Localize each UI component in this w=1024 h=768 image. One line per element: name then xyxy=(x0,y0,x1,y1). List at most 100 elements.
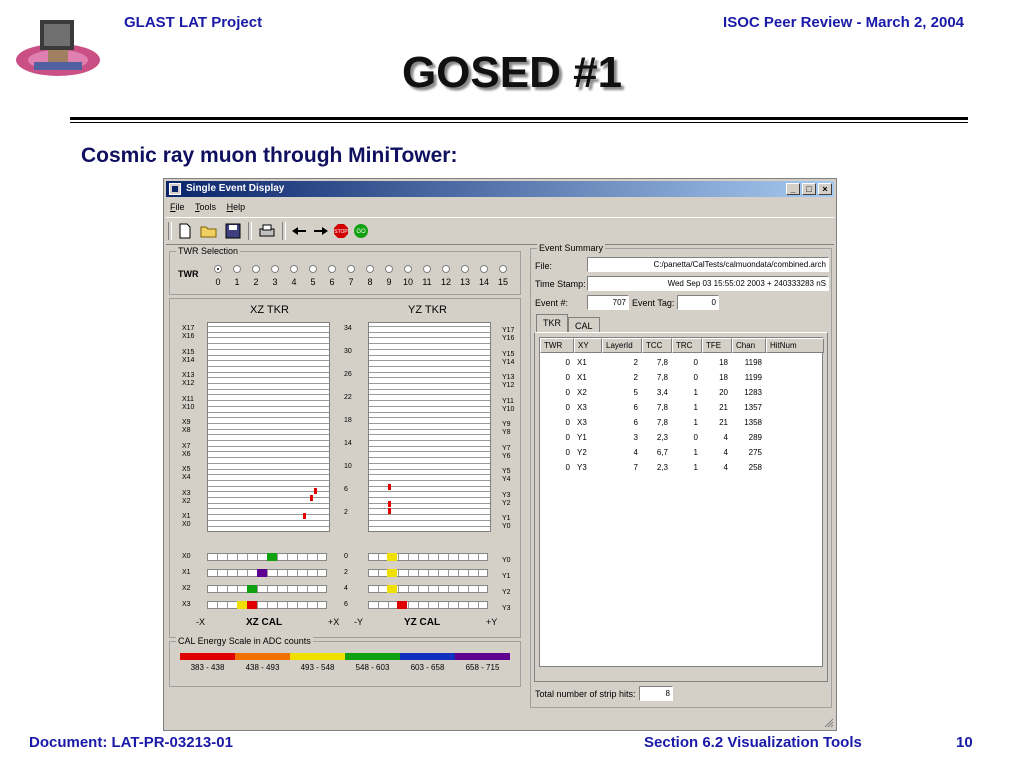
resize-grip-icon[interactable] xyxy=(824,718,834,728)
save-icon[interactable] xyxy=(224,222,242,240)
tracker-hit xyxy=(388,508,391,514)
event-summary-label: Event Summary xyxy=(537,243,606,253)
table-cell: 1358 xyxy=(744,418,762,427)
tracker-z-label: 34 xyxy=(344,325,352,332)
tracker-plane-line xyxy=(369,371,490,373)
twr-radio-1[interactable] xyxy=(233,265,241,273)
menu-file[interactable]: File xyxy=(170,199,185,215)
table-row[interactable]: 0 X2 5 3,4 1 20 1283 xyxy=(540,388,822,402)
event-tag-field[interactable]: 0 xyxy=(677,295,719,310)
file-field[interactable]: C:/panetta/CalTests/calmuondata/combined… xyxy=(587,257,829,272)
xz-cal-hit xyxy=(237,601,247,609)
table-cell: 7 xyxy=(633,463,638,472)
menu-help[interactable]: Help xyxy=(227,199,246,215)
menu-tools[interactable]: Tools xyxy=(195,199,216,215)
cal-scale-bin-label: 603 - 658 xyxy=(410,663,445,672)
maximize-button[interactable]: □ xyxy=(802,183,816,195)
cal-scale-color-bin xyxy=(235,653,290,660)
table-cell: 1 xyxy=(693,418,698,427)
twr-radio-11[interactable] xyxy=(423,265,431,273)
tracker-plane-line xyxy=(369,411,490,413)
table-cell: 7,8 xyxy=(656,358,668,367)
cal-scale-color-bin xyxy=(455,653,510,660)
table-row[interactable]: 0 X3 6 7,8 1 21 1357 xyxy=(540,403,822,417)
column-header-chan[interactable]: Chan xyxy=(732,338,766,353)
table-cell: 4 xyxy=(723,433,728,442)
time-stamp-field[interactable]: Wed Sep 03 15:55:02 2003 + 240333283 nS xyxy=(587,276,829,291)
yz-cal-label: Y3 xyxy=(502,605,511,612)
twr-radio-7[interactable] xyxy=(347,265,355,273)
cal-scale-bin-label: 658 - 715 xyxy=(465,663,500,672)
back-arrow-icon[interactable] xyxy=(290,222,308,240)
twr-radio-0[interactable] xyxy=(214,265,222,273)
tracker-plane-line xyxy=(208,451,329,453)
go-icon[interactable]: GO xyxy=(352,222,370,240)
forward-arrow-icon[interactable] xyxy=(312,222,330,240)
twr-radio-5[interactable] xyxy=(309,265,317,273)
print-icon[interactable] xyxy=(258,222,276,240)
table-row[interactable]: 0 X3 6 7,8 1 21 1358 xyxy=(540,418,822,432)
tracker-plane-line xyxy=(208,326,329,327)
twr-radio-14[interactable] xyxy=(480,265,488,273)
yz-layer-label: Y4 xyxy=(502,476,511,483)
tracker-plane-line xyxy=(208,417,329,419)
tab-cal[interactable]: CAL xyxy=(568,317,600,333)
close-button[interactable]: × xyxy=(818,183,832,195)
twr-radio-4[interactable] xyxy=(290,265,298,273)
slide-title: GOSED #1 xyxy=(401,48,623,97)
table-row[interactable]: 0 Y2 4 6,7 1 4 275 xyxy=(540,448,822,462)
twr-radio-2[interactable] xyxy=(252,265,260,273)
footer-section: Section 6.2 Visualization Tools xyxy=(644,734,862,751)
table-row[interactable]: 0 Y1 3 2,3 0 4 289 xyxy=(540,433,822,447)
event-number-field[interactable]: 707 xyxy=(587,295,629,310)
column-header-hitnum[interactable]: HitNum xyxy=(766,338,824,353)
table-row[interactable]: 0 Y3 7 2,3 1 4 258 xyxy=(540,463,822,477)
tracker-plane-line xyxy=(208,440,329,441)
tracker-plane-line xyxy=(369,400,490,402)
column-header-twr[interactable]: TWR xyxy=(540,338,574,353)
cal-z-label: 0 xyxy=(344,553,348,560)
column-header-xy[interactable]: XY xyxy=(574,338,602,353)
tracker-plane-line xyxy=(369,377,490,379)
tracker-plane-line xyxy=(369,514,490,516)
tracker-plane-line xyxy=(369,365,490,367)
tracker-z-label: 22 xyxy=(344,394,352,401)
xz-layer-label: X8 xyxy=(182,427,191,434)
twr-radio-10[interactable] xyxy=(404,265,412,273)
cal-plus-y-label: +Y xyxy=(486,617,498,627)
window-titlebar[interactable]: Single Event Display _ □ × xyxy=(166,181,834,197)
table-row[interactable]: 0 X1 2 7,8 0 18 1199 xyxy=(540,373,822,387)
twr-radio-label: 6 xyxy=(329,277,335,287)
tab-tkr[interactable]: TKR xyxy=(536,314,568,332)
twr-radio-label: 0 xyxy=(215,277,221,287)
yz-layer-label: Y11 xyxy=(502,397,514,405)
minimize-button[interactable]: _ xyxy=(786,183,800,195)
tracker-plane-line xyxy=(208,474,329,476)
total-strip-hits-field[interactable]: 8 xyxy=(639,686,673,701)
twr-radio-3[interactable] xyxy=(271,265,279,273)
open-folder-icon[interactable] xyxy=(200,222,218,240)
column-header-tfe[interactable]: TFE xyxy=(702,338,732,353)
table-row[interactable]: 0 X1 2 7,8 0 18 1198 xyxy=(540,358,822,372)
stop-icon[interactable]: STOP xyxy=(332,222,350,240)
file-label: File: xyxy=(535,261,553,271)
twr-radio-9[interactable] xyxy=(385,265,393,273)
column-header-layerid[interactable]: LayerId xyxy=(602,338,642,353)
twr-radio-6[interactable] xyxy=(328,265,336,273)
table-cell: 18 xyxy=(719,358,728,367)
twr-radio-15[interactable] xyxy=(499,265,507,273)
xz-layer-label: X15 xyxy=(182,348,195,356)
xz-layer-label: X9 xyxy=(182,419,191,426)
twr-radio-13[interactable] xyxy=(461,265,469,273)
toolbar-separator xyxy=(282,222,286,240)
table-cell: 258 xyxy=(748,463,762,472)
twr-radio-8[interactable] xyxy=(366,265,374,273)
tracker-plane-line xyxy=(208,508,329,510)
new-file-icon[interactable] xyxy=(176,222,194,240)
column-header-trc[interactable]: TRC xyxy=(672,338,702,353)
column-header-tcc[interactable]: TCC xyxy=(642,338,672,353)
twr-radio-12[interactable] xyxy=(442,265,450,273)
cal-scale-bin-label: 383 - 438 xyxy=(190,663,225,672)
tracker-plane-line xyxy=(208,377,329,379)
tracker-plane-line xyxy=(369,440,490,441)
